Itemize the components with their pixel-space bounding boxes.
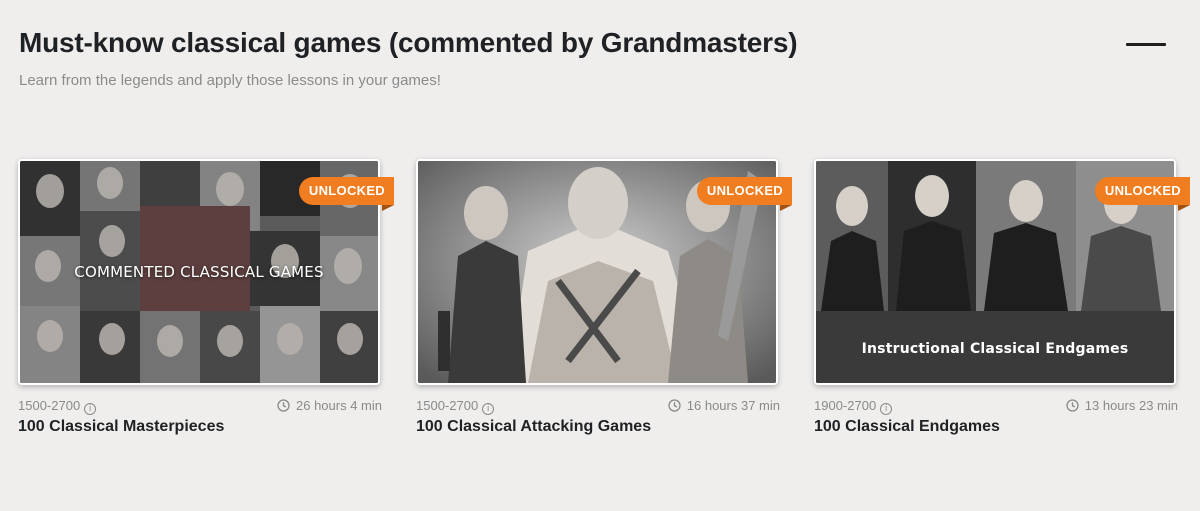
info-icon[interactable]: i (482, 403, 495, 415)
section-title: Must-know classical games (commented by … (19, 27, 798, 58)
course-title[interactable]: 100 Classical Endgames (814, 418, 1000, 436)
thumbnail-caption: Instructional Classical Endgames (861, 341, 1129, 357)
info-icon[interactable]: i (880, 403, 893, 415)
unlocked-badge: UNLOCKED (298, 177, 395, 211)
course-card[interactable]: UNLOCKED 1500-2700 i 16 hours 37 min 100 … (416, 159, 793, 439)
info-icon[interactable]: i (84, 403, 97, 415)
rating-range: 1500-2700 i (416, 398, 495, 415)
course-card[interactable]: COMMENTED CLASSICAL GAMES UNLOCKED 1500-… (18, 159, 395, 439)
clock-icon (668, 399, 681, 412)
rating-range: 1500-2700 i (18, 398, 97, 415)
thumbnail-caption: COMMENTED CLASSICAL GAMES (74, 263, 324, 281)
unlocked-badge: UNLOCKED (696, 177, 793, 211)
course-card[interactable]: Instructional Classical Endgames UNLOCKE… (814, 159, 1191, 439)
clock-icon (1066, 399, 1079, 412)
course-duration: 13 hours 23 min (1066, 398, 1178, 413)
clock-icon (277, 399, 290, 412)
section-subtitle: Learn from the legends and apply those l… (19, 72, 441, 89)
course-title[interactable]: 100 Classical Masterpieces (18, 418, 224, 436)
course-duration: 16 hours 37 min (668, 398, 780, 413)
minus-icon (1126, 43, 1166, 46)
unlocked-badge: UNLOCKED (1094, 177, 1191, 211)
course-duration: 26 hours 4 min (277, 398, 382, 413)
rating-range: 1900-2700 i (814, 398, 893, 415)
collapse-section-button[interactable] (1122, 30, 1168, 58)
course-title[interactable]: 100 Classical Attacking Games (416, 418, 651, 436)
